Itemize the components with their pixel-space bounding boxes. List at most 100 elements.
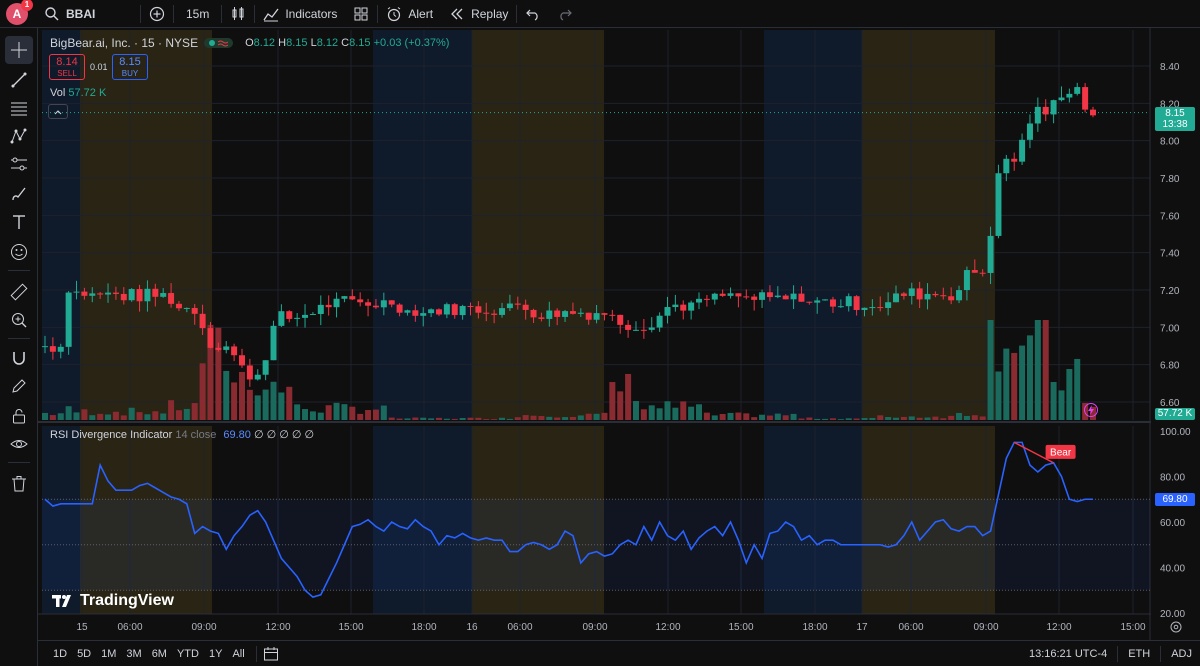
candle-body bbox=[806, 301, 813, 303]
time-tick-label: 12:00 bbox=[655, 622, 680, 633]
candle-body bbox=[530, 309, 537, 318]
sell-button[interactable]: 8.14 SELL bbox=[49, 54, 85, 80]
candle-body bbox=[128, 289, 135, 301]
volume-bar bbox=[735, 412, 742, 420]
candle-body bbox=[365, 302, 372, 306]
volume-bar bbox=[711, 415, 718, 420]
range-ytd-button[interactable]: YTD bbox=[172, 648, 204, 660]
candle-body bbox=[632, 329, 639, 331]
volume-bar bbox=[680, 401, 687, 420]
volume-bar bbox=[727, 412, 734, 420]
price-tick-label: 7.00 bbox=[1160, 323, 1180, 334]
tradingview-logo-text: TradingView bbox=[80, 592, 174, 609]
volume-bar bbox=[932, 416, 939, 420]
candle-body bbox=[467, 305, 474, 307]
volume-bar bbox=[648, 405, 655, 420]
volume-bar bbox=[1074, 358, 1081, 420]
range-6m-button[interactable]: 6M bbox=[147, 648, 172, 660]
calendar-range-icon[interactable] bbox=[263, 646, 279, 662]
candle-body bbox=[215, 347, 222, 350]
volume-bar bbox=[341, 404, 348, 420]
range-1y-button[interactable]: 1Y bbox=[204, 648, 227, 660]
candle-body bbox=[333, 298, 340, 308]
volume-bar bbox=[73, 412, 80, 420]
candle-body bbox=[979, 272, 986, 274]
volume-bar bbox=[231, 382, 238, 420]
candle-body bbox=[499, 308, 506, 315]
last-price: 8.15 bbox=[1165, 108, 1185, 119]
volume-bar bbox=[428, 418, 435, 420]
candle-body bbox=[246, 365, 253, 380]
rsi-indicator-legend[interactable]: RSI Divergence Indicator 14 close 69.80 … bbox=[50, 428, 314, 441]
session-band bbox=[764, 30, 862, 420]
high-key: H bbox=[278, 37, 287, 49]
candle-body bbox=[1066, 93, 1073, 98]
volume-bar bbox=[829, 418, 836, 420]
volume-bar bbox=[412, 417, 419, 420]
price-tick-label: 7.20 bbox=[1160, 286, 1180, 297]
candle-body bbox=[971, 270, 978, 273]
candle-body bbox=[286, 311, 293, 319]
candle-body bbox=[254, 374, 261, 380]
volume-bar bbox=[1066, 369, 1073, 420]
candle-body bbox=[609, 314, 616, 316]
volume-bar bbox=[262, 389, 269, 420]
volume-bar bbox=[238, 371, 245, 420]
volume-legend[interactable]: Vol 57.72 K bbox=[50, 87, 106, 99]
volume-bar bbox=[672, 407, 679, 420]
volume-bar bbox=[105, 414, 112, 420]
rsi-tick-label: 100.00 bbox=[1160, 427, 1191, 438]
candle-body bbox=[885, 302, 892, 308]
volume-bar bbox=[814, 418, 821, 420]
volume-bar bbox=[491, 419, 498, 420]
range-all-button[interactable]: All bbox=[227, 648, 249, 660]
volume-bar bbox=[979, 416, 986, 420]
candle-body bbox=[183, 307, 190, 309]
volume-bar bbox=[215, 327, 222, 420]
volume-bar bbox=[254, 395, 261, 420]
candle-body bbox=[664, 307, 671, 316]
candle-body bbox=[546, 310, 553, 319]
range-3m-button[interactable]: 3M bbox=[121, 648, 146, 660]
bar-countdown: 13:38 bbox=[1162, 119, 1188, 130]
market-status-badge[interactable] bbox=[204, 38, 234, 48]
range-5d-button[interactable]: 5D bbox=[72, 648, 96, 660]
candle-body bbox=[231, 346, 238, 356]
range-1m-button[interactable]: 1M bbox=[96, 648, 121, 660]
volume-bar bbox=[112, 411, 119, 420]
volume-bar bbox=[467, 417, 474, 420]
candle-body bbox=[412, 310, 419, 316]
volume-bar bbox=[1011, 352, 1018, 420]
candle-body bbox=[837, 306, 844, 308]
collapse-legend-button[interactable] bbox=[48, 104, 68, 119]
adjust-toggle[interactable]: ADJ bbox=[1171, 648, 1192, 660]
candle-body bbox=[829, 299, 836, 307]
buy-button[interactable]: 8.15 BUY bbox=[112, 54, 148, 80]
rsi-tick-label: 40.00 bbox=[1160, 564, 1185, 575]
candle-body bbox=[790, 293, 797, 300]
candle-body bbox=[435, 309, 442, 315]
symbol-title[interactable]: BigBear.ai, Inc. · 15 · NYSE bbox=[50, 36, 198, 50]
volume-bar bbox=[625, 373, 632, 420]
timezone-clock[interactable]: 13:16:21 UTC-4 bbox=[1029, 648, 1107, 660]
volume-bar bbox=[530, 415, 537, 420]
volume-bar bbox=[325, 405, 332, 420]
price-chart[interactable]: Bear 8.408.208.007.807.607.407.207.006.8… bbox=[0, 0, 1200, 666]
candle-body bbox=[853, 296, 860, 311]
price-tick-label: 7.40 bbox=[1160, 249, 1180, 260]
volume-bar bbox=[790, 413, 797, 420]
volume-bar bbox=[664, 401, 671, 420]
time-tick-label: 09:00 bbox=[582, 622, 607, 633]
candle-body bbox=[207, 328, 214, 348]
tradingview-logo[interactable]: TradingView bbox=[52, 592, 174, 610]
volume-bar bbox=[987, 320, 994, 420]
candle-body bbox=[175, 303, 182, 309]
candle-body bbox=[302, 314, 309, 318]
candle-body bbox=[727, 293, 734, 296]
rsi-params: 14 close bbox=[175, 429, 217, 441]
volume-bar bbox=[270, 381, 277, 420]
session-toggle[interactable]: ETH bbox=[1128, 648, 1150, 660]
range-1d-button[interactable]: 1D bbox=[48, 648, 72, 660]
candle-body bbox=[105, 292, 112, 295]
candle-body bbox=[735, 293, 742, 297]
